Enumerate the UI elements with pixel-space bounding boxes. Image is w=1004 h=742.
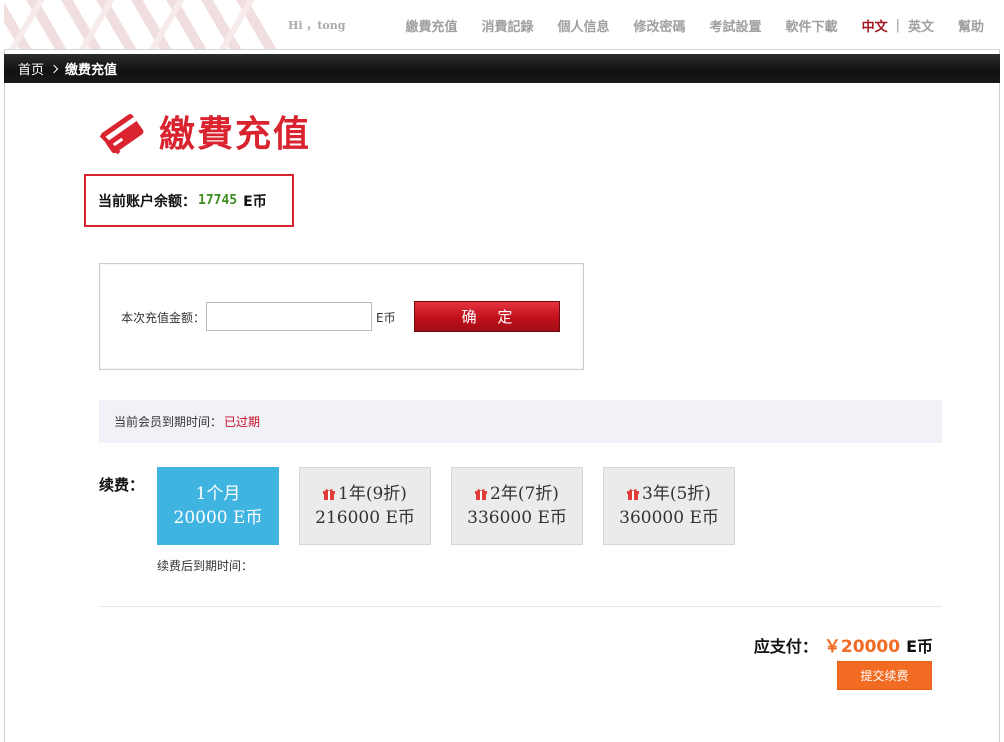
payment-amount: ￥20000 <box>823 637 901 657</box>
nav-software-download[interactable]: 軟件下載 <box>786 16 838 35</box>
plan-2-years[interactable]: 2年(7折) 336000 E币 <box>451 467 583 545</box>
plan-price: 336000 E币 <box>467 508 567 528</box>
plan-price: 360000 E币 <box>619 508 719 528</box>
nav-exam-settings[interactable]: 考試設置 <box>710 16 762 35</box>
gift-icon <box>627 489 640 500</box>
after-renew-expiry-label: 续费后到期时间： <box>157 559 254 573</box>
divider <box>99 606 942 607</box>
nav-consumption-records[interactable]: 消費記錄 <box>481 16 533 35</box>
plan-name: 1个月 <box>195 484 241 504</box>
recharge-amount-label: 本次充值金额： <box>121 311 206 325</box>
balance-value: 17745 <box>198 193 238 208</box>
membership-expiry-bar: 当前会员到期时间： 已过期 <box>99 400 942 443</box>
plan-name: 2年(7折) <box>490 484 559 504</box>
expire-label: 当前会员到期时间： <box>114 415 223 429</box>
nav-recharge[interactable]: 繳費充值 <box>405 16 457 35</box>
balance-box: 当前账户余额： 17745 E币 <box>84 174 294 227</box>
nav-help[interactable]: 幫助 <box>958 16 984 35</box>
plan-3-years[interactable]: 3年(5折) 360000 E币 <box>603 467 735 545</box>
balance-label: 当前账户余额： <box>98 193 196 210</box>
submit-renewal-button[interactable]: 提交续费 <box>837 661 932 690</box>
breadcrumb: 首页 缴费充值 <box>18 54 117 83</box>
lang-chinese[interactable]: 中文 <box>862 16 888 35</box>
plan-1-year[interactable]: 1年(9折) 216000 E币 <box>299 467 431 545</box>
plan-name: 3年(5折) <box>642 484 711 504</box>
gift-icon <box>323 489 336 500</box>
user-greeting: Hi ，tong <box>287 19 346 32</box>
gift-icon <box>475 489 488 500</box>
nav-change-password[interactable]: 修改密碼 <box>634 16 686 35</box>
breadcrumb-bar: 首页 缴费充值 <box>4 54 1000 83</box>
payment-unit: E币 <box>906 637 933 656</box>
top-nav: Hi ，tong 繳費充值 消費記錄 個人信息 修改密碼 考試設置 軟件下載 中… <box>287 0 984 49</box>
lang-separator: | <box>895 17 900 33</box>
confirm-button[interactable]: 确 定 <box>414 301 560 332</box>
plan-1-month[interactable]: 1个月 20000 E币 <box>157 467 279 545</box>
payment-summary: 应支付： ￥20000 E币 <box>754 632 933 657</box>
page-title: 繳費充值 <box>159 113 312 155</box>
breadcrumb-home[interactable]: 首页 <box>18 59 44 78</box>
page-title-row: 繳費充值 <box>97 104 311 158</box>
expire-status: 已过期 <box>224 415 261 429</box>
lang-english[interactable]: 英文 <box>908 16 934 35</box>
renew-label: 续费： <box>99 476 145 494</box>
card-icon <box>99 114 144 155</box>
recharge-amount-input[interactable] <box>206 302 372 331</box>
payment-label: 应支付： <box>753 637 818 656</box>
recharge-panel: 本次充值金额： E币 确 定 <box>99 263 584 370</box>
recharge-unit: E币 <box>376 311 396 325</box>
nav-personal-info[interactable]: 個人信息 <box>558 16 610 35</box>
breadcrumb-current: 缴费充值 <box>65 63 118 78</box>
balance-unit: E币 <box>243 193 267 210</box>
plan-price: 216000 E币 <box>315 508 415 528</box>
plan-name: 1年(9折) <box>338 484 407 504</box>
top-bar: Hi ，tong 繳費充值 消費記錄 個人信息 修改密碼 考試設置 軟件下載 中… <box>4 0 1000 50</box>
chevron-right-icon <box>50 62 59 76</box>
plan-price: 20000 E币 <box>173 508 263 528</box>
